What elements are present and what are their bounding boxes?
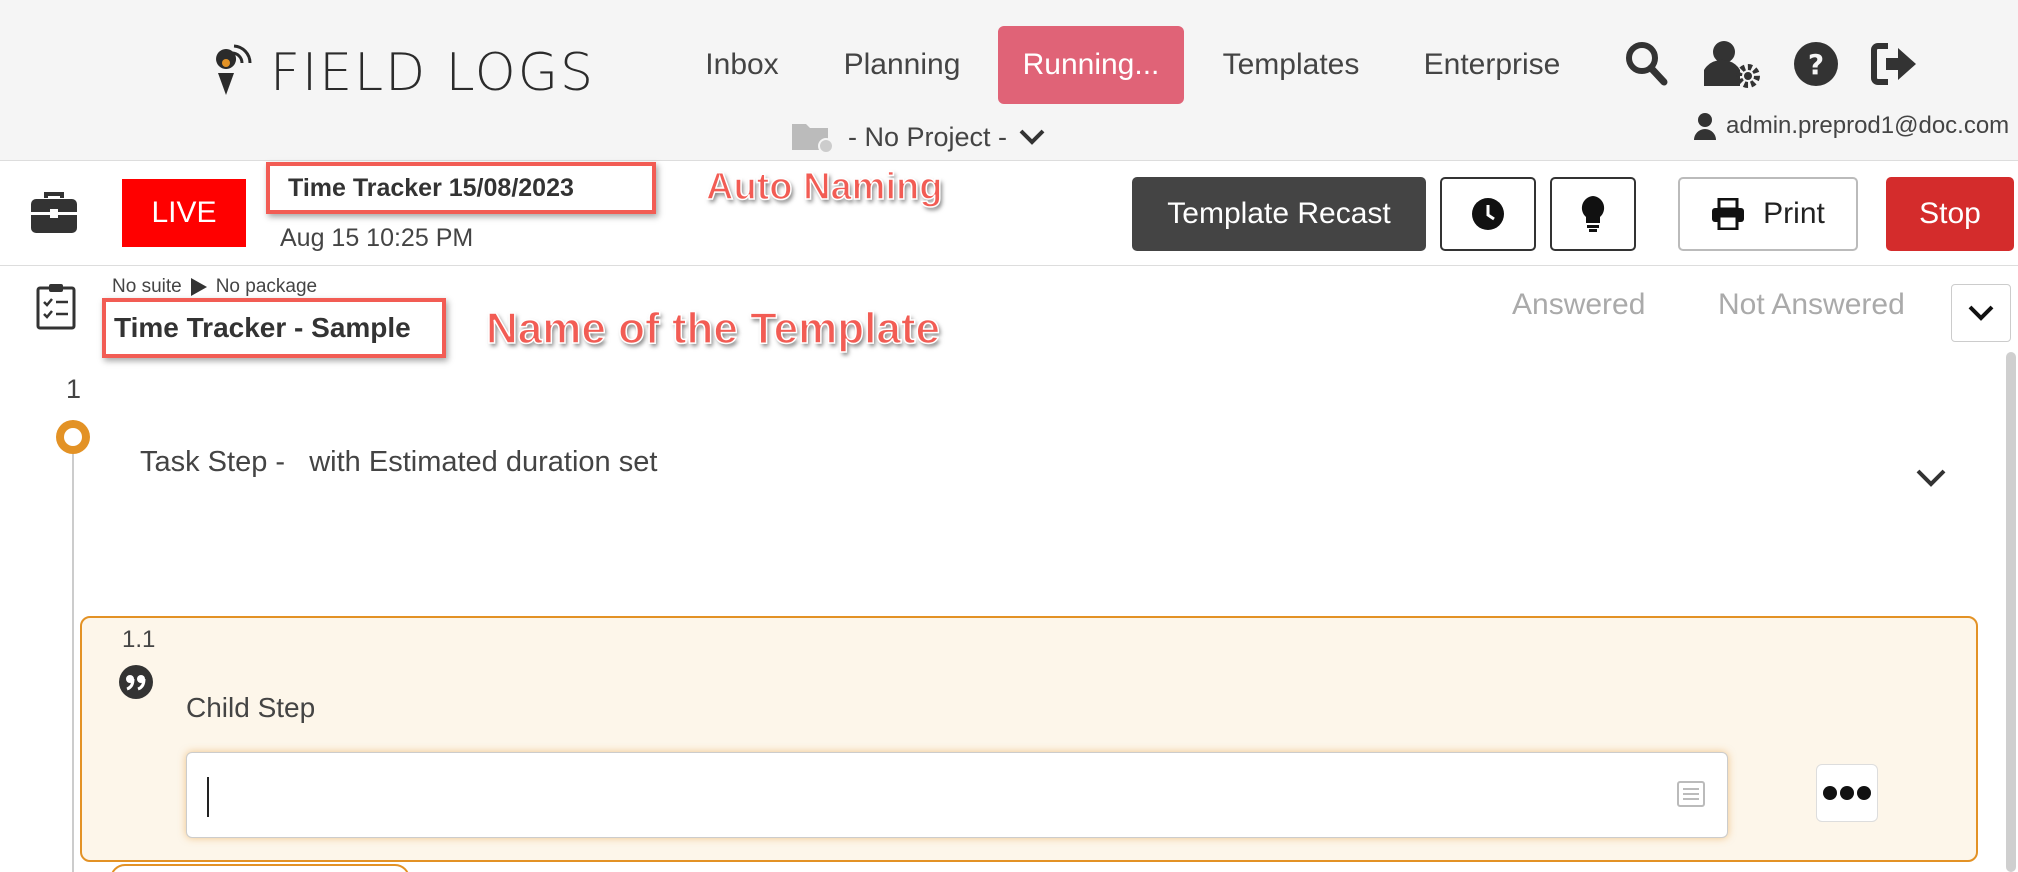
breadcrumb-package[interactable]: No package <box>216 276 317 298</box>
printer-icon <box>1712 198 1745 230</box>
filter-answered[interactable]: Answered <box>1512 288 1645 322</box>
scrollbar[interactable] <box>2006 352 2016 872</box>
location-pin-icon <box>216 44 252 95</box>
svg-text:?: ? <box>1808 48 1824 81</box>
clock-icon <box>1472 198 1504 230</box>
folder-settings-icon <box>792 124 834 154</box>
step-status-dot <box>56 420 90 454</box>
current-user: admin.preprod1@doc.com <box>1694 108 2009 144</box>
lightbulb-icon <box>1581 196 1605 232</box>
top-navigation-bar: FIELD LOGS Inbox Planning Running... Tem… <box>0 0 2018 161</box>
breadcrumb: No suite No package <box>112 276 317 298</box>
step-timeline <box>72 420 74 872</box>
chevron-down-icon <box>1019 129 1045 145</box>
brand-name: FIELD LOGS <box>270 43 595 103</box>
ellipsis-icon <box>1823 786 1871 800</box>
chevron-down-icon <box>1968 305 1994 321</box>
text-cursor <box>207 777 209 817</box>
nav-templates[interactable]: Templates <box>1212 26 1370 104</box>
child-step-text-input[interactable] <box>186 752 1728 838</box>
print-label: Print <box>1763 197 1825 230</box>
field-logs-logo[interactable]: FIELD LOGS <box>210 38 595 108</box>
run-name[interactable]: Time Tracker 15/08/2023 <box>266 162 656 214</box>
child-step-card: 1.1 Child Step <box>80 616 1978 862</box>
nav-enterprise[interactable]: Enterprise <box>1408 26 1576 104</box>
print-button[interactable]: Print <box>1678 177 1858 251</box>
briefcase-icon <box>31 192 77 233</box>
more-options-button[interactable] <box>1816 764 1878 822</box>
annotation-auto-naming: Auto Naming <box>705 165 943 209</box>
step-expand-chevron-icon[interactable] <box>1914 466 1948 490</box>
history-button[interactable] <box>1440 177 1536 251</box>
step-number: 1 <box>66 374 82 404</box>
checklist-icon <box>36 284 76 330</box>
live-status-badge: LIVE <box>122 179 246 247</box>
project-name: - No Project - <box>848 121 1008 152</box>
text-format-icon <box>1677 781 1705 807</box>
play-arrow-icon <box>190 278 207 296</box>
next-step-card <box>110 864 410 872</box>
child-step-number: 1.1 <box>122 626 156 653</box>
run-header: LIVE Time Tracker 15/08/2023 Aug 15 10:2… <box>0 162 2018 266</box>
user-email: admin.preprod1@doc.com <box>1726 112 2010 139</box>
step-label: Task Step - with Estimated duration set <box>140 446 658 478</box>
stop-button[interactable]: Stop <box>1886 177 2014 251</box>
annotation-template-name: Name of the Template <box>485 303 940 354</box>
logout-icon[interactable] <box>1870 38 1918 90</box>
nav-running[interactable]: Running... <box>998 26 1184 104</box>
filter-not-answered[interactable]: Not Answered <box>1718 288 1905 322</box>
user-settings-icon[interactable] <box>1704 38 1764 90</box>
user-icon <box>1694 113 1716 140</box>
child-step-label: Child Step <box>186 692 316 723</box>
template-recast-button[interactable]: Template Recast <box>1132 177 1426 251</box>
nav-inbox[interactable]: Inbox <box>690 26 794 104</box>
collapse-all-button[interactable] <box>1951 284 2011 342</box>
project-selector[interactable]: - No Project - <box>790 116 1059 158</box>
nav-planning[interactable]: Planning <box>832 26 972 104</box>
help-icon[interactable]: ? <box>1792 38 1840 90</box>
run-datetime: Aug 15 10:25 PM <box>280 224 474 252</box>
quote-icon <box>119 665 153 699</box>
search-icon[interactable] <box>1622 38 1670 90</box>
template-name: Time Tracker - Sample <box>102 298 446 358</box>
breadcrumb-suite[interactable]: No suite <box>112 276 182 298</box>
tips-button[interactable] <box>1550 177 1636 251</box>
